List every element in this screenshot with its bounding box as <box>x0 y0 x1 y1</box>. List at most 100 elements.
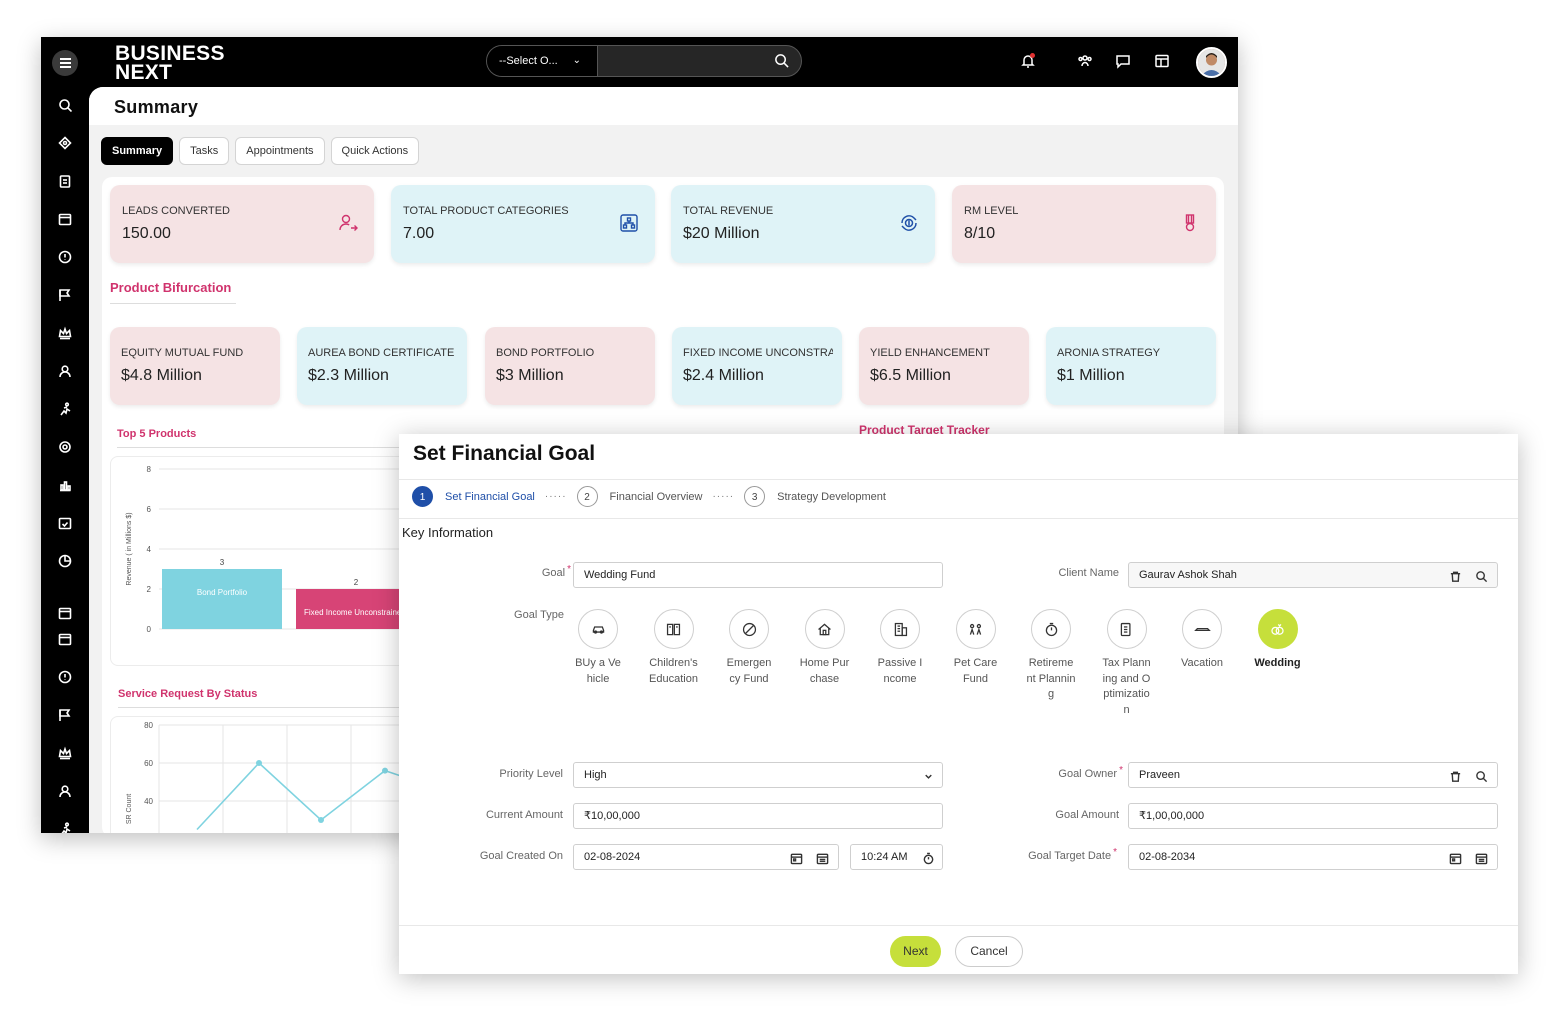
trash-icon[interactable] <box>1449 768 1463 782</box>
product-card[interactable]: BOND PORTFOLIO $3 Million <box>485 327 655 405</box>
calendar-icon[interactable] <box>816 850 830 865</box>
document-icon[interactable] <box>1106 609 1147 649</box>
step-2-label[interactable]: Financial Overview <box>610 491 703 503</box>
calendar-check-icon[interactable] <box>55 513 75 533</box>
pie-icon[interactable] <box>55 551 75 571</box>
alert-icon[interactable] <box>55 667 75 687</box>
network-icon[interactable] <box>55 133 75 153</box>
book-icon[interactable] <box>653 609 694 649</box>
goal-type-buy-a-vehicle[interactable]: BUy a Vehicle <box>570 609 626 687</box>
product-card[interactable]: FIXED INCOME UNCONSTRAINED $2.4 Million <box>672 327 842 405</box>
calendar-icon[interactable] <box>55 603 75 623</box>
calendar-icon[interactable] <box>1475 850 1489 865</box>
priority-level-select[interactable]: High <box>573 762 943 788</box>
goal-created-time-input[interactable]: 10:24 AM <box>850 844 943 870</box>
goal-type-emergency-fund[interactable]: Emergency Fund <box>721 609 777 687</box>
kpi-card[interactable]: LEADS CONVERTED 150.00 <box>110 185 374 263</box>
client-name-field[interactable]: Gaurav Ashok Shah <box>1128 562 1498 588</box>
notification-bell-icon[interactable] <box>1020 53 1038 71</box>
product-card[interactable]: YIELD ENHANCEMENT $6.5 Million <box>859 327 1029 405</box>
hamburger-menu-icon[interactable] <box>52 50 78 76</box>
goal-amount-input[interactable]: ₹1,00,00,000 <box>1128 803 1498 829</box>
flag-icon[interactable] <box>55 285 75 305</box>
goal-type-wedding[interactable]: Wedding <box>1250 609 1306 672</box>
user-arrow-icon <box>338 213 358 233</box>
service-request-title: Service Request By Status <box>118 688 258 700</box>
rings-icon[interactable] <box>1257 609 1298 649</box>
stopwatch-icon[interactable] <box>922 850 936 865</box>
step-2-indicator[interactable]: 2 <box>576 486 598 507</box>
trash-icon[interactable] <box>1449 568 1463 582</box>
goal-type-home-purchase[interactable]: Home Purchase <box>797 609 853 687</box>
search-scope-select[interactable]: --Select O... ⌄ <box>487 46 598 76</box>
goal-created-label: Goal Created On <box>479 850 563 862</box>
building-icon[interactable] <box>880 609 920 649</box>
step-3-label[interactable]: Strategy Development <box>777 491 886 503</box>
gear-icon[interactable] <box>55 437 75 457</box>
top5-products-title: Top 5 Products <box>117 428 197 440</box>
home-icon[interactable] <box>804 609 845 649</box>
bar <box>162 569 282 629</box>
kpi-card[interactable]: RM LEVEL 8/10 <box>952 185 1216 263</box>
ban-icon[interactable] <box>729 609 769 649</box>
goal-type-children-s-education[interactable]: Children's Education <box>646 609 702 687</box>
chat-icon[interactable] <box>1115 53 1133 71</box>
run-icon[interactable] <box>55 819 75 833</box>
clipboard-icon[interactable] <box>55 171 75 191</box>
crown-icon[interactable] <box>55 323 75 343</box>
layout-icon[interactable] <box>1154 53 1172 71</box>
next-button[interactable]: Next <box>890 936 941 967</box>
tab-appointments[interactable]: Appointments <box>235 137 325 165</box>
product-card[interactable]: AUREA BOND CERTIFICATE $2.3 Million <box>297 327 467 405</box>
product-bifurcation-title: Product Bifurcation <box>110 280 232 295</box>
search-icon[interactable] <box>774 53 789 73</box>
alert-icon[interactable] <box>55 247 75 267</box>
y-tick-label: 80 <box>144 721 153 730</box>
current-amount-input[interactable]: ₹10,00,000 <box>573 803 943 829</box>
step-3-indicator[interactable]: 3 <box>744 486 766 507</box>
product-card[interactable]: ARONIA STRATEGY $1 Million <box>1046 327 1216 405</box>
goal-type-passive-income[interactable]: Passive Income <box>872 609 928 687</box>
plane-icon[interactable] <box>1182 609 1222 649</box>
goal-type-retirement-planning[interactable]: Retirement Planning <box>1023 609 1079 703</box>
goal-target-date-input[interactable]: 02-08-2034 <box>1128 844 1498 870</box>
goal-type-tax-planning-and-optimization[interactable]: Tax Planning and Optimization <box>1099 609 1155 718</box>
car-icon[interactable] <box>578 609 618 649</box>
tab-quick-actions[interactable]: Quick Actions <box>330 137 420 165</box>
crown-icon[interactable] <box>55 743 75 763</box>
tab-summary[interactable]: Summary <box>101 137 174 165</box>
user-avatar[interactable] <box>1196 47 1227 78</box>
search-icon[interactable] <box>1475 768 1489 783</box>
calendar-icon[interactable] <box>790 850 804 865</box>
run-icon[interactable] <box>55 399 75 419</box>
y-tick-label: 4 <box>147 545 152 554</box>
goal-type-pet-care-fund[interactable]: Pet Care Fund <box>948 609 1004 687</box>
goal-owner-field[interactable]: Praveen <box>1128 762 1498 788</box>
calendar-icon[interactable] <box>55 629 75 649</box>
search-icon[interactable] <box>1475 568 1489 583</box>
calendar-icon[interactable] <box>1449 850 1463 865</box>
goal-input[interactable]: Wedding Fund <box>573 562 943 588</box>
dollar-refresh-icon <box>899 213 919 233</box>
cancel-button[interactable]: Cancel <box>955 936 1023 967</box>
goal-created-date-input[interactable]: 02-08-2024 <box>573 844 839 870</box>
step-1-label[interactable]: Set Financial Goal <box>445 491 535 503</box>
flag-icon[interactable] <box>55 705 75 725</box>
bar-category-label: Bond Portfolio <box>197 588 248 597</box>
paw-icon[interactable] <box>955 609 996 649</box>
kpi-card[interactable]: TOTAL PRODUCT CATEGORIES 7.00 <box>391 185 655 263</box>
team-icon[interactable] <box>1077 53 1095 71</box>
goal-type-vacation[interactable]: Vacation <box>1174 609 1230 672</box>
user-icon[interactable] <box>55 781 75 801</box>
tab-tasks[interactable]: Tasks <box>179 137 230 165</box>
calendar-icon[interactable] <box>55 209 75 229</box>
kpi-card[interactable]: TOTAL REVENUE $20 Million <box>671 185 935 263</box>
summary-tabs: Summary Tasks Appointments Quick Actions <box>101 137 420 165</box>
search-icon[interactable] <box>55 95 75 115</box>
user-icon[interactable] <box>55 361 75 381</box>
step-1-indicator[interactable]: 1 <box>412 486 433 507</box>
chart-icon[interactable] <box>55 475 75 495</box>
product-card[interactable]: EQUITY MUTUAL FUND $4.8 Million <box>110 327 280 405</box>
clock-icon[interactable] <box>1031 609 1071 649</box>
bar-category-label: Fixed Income Unconstrained <box>304 608 406 617</box>
